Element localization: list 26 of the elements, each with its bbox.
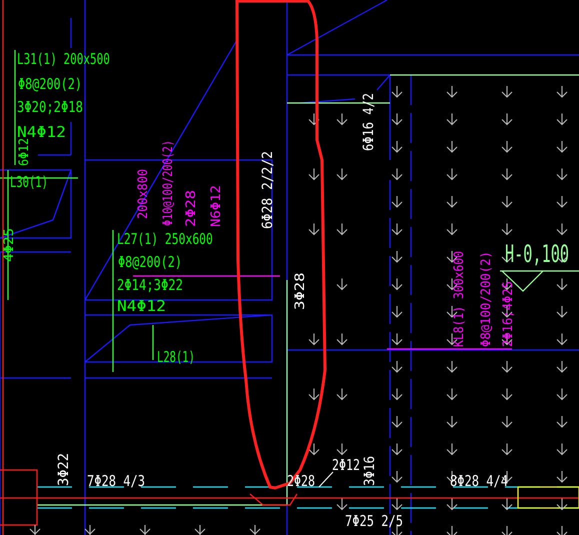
rebar-annotation: Φ8@100/200(2) <box>478 251 494 347</box>
leader-line <box>318 472 334 488</box>
rebar-annotation: 7Φ25 2/5 <box>345 512 403 530</box>
rebar-annotation: 6Φ28 2/2/2 <box>260 151 276 229</box>
rebar-annotation: Φ8@200(2) <box>18 76 82 94</box>
rebar-annotation: 2Φ12 <box>332 458 360 474</box>
rebar-annotation: 8Φ28 4/4 <box>450 472 508 490</box>
rebar-annotation: 3Φ20;2Φ18 <box>17 98 83 116</box>
rebar-annotation: L30(1) <box>10 174 48 192</box>
rebar-annotation: 2Φ14;3Φ22 <box>117 276 183 294</box>
rebar-annotation: 3Φ28 <box>293 272 308 310</box>
rebar-annotation: 7Φ28 4/3 <box>87 472 145 490</box>
rebar-annotation: 2Φ16;4Φ25 <box>500 281 516 347</box>
rebar-annotation: KL8(1) 300x600 <box>451 251 466 347</box>
rebar-annotation: 6Φ16 4/2 <box>361 93 378 151</box>
rebar-annotation: 2Φ28 <box>184 190 199 227</box>
rebar-annotation: 3Φ22 <box>56 453 72 486</box>
rebar-annotation: N4Φ12 <box>117 296 166 315</box>
rebar-annotation: 6Φ12 <box>16 138 32 166</box>
rebar-annotation: N6Φ12 <box>208 185 224 227</box>
rebar-annotation: 200x800 <box>134 169 150 219</box>
rebar-annotation: Φ10@100/200(2) <box>160 140 176 226</box>
rebar-annotation: 3Φ16 <box>362 456 378 486</box>
rebar-annotation: Φ8@200(2) <box>118 254 182 272</box>
rebar-annotation: H-0,100 <box>505 239 569 268</box>
rebar-annotation: 4Φ25 <box>2 228 17 262</box>
